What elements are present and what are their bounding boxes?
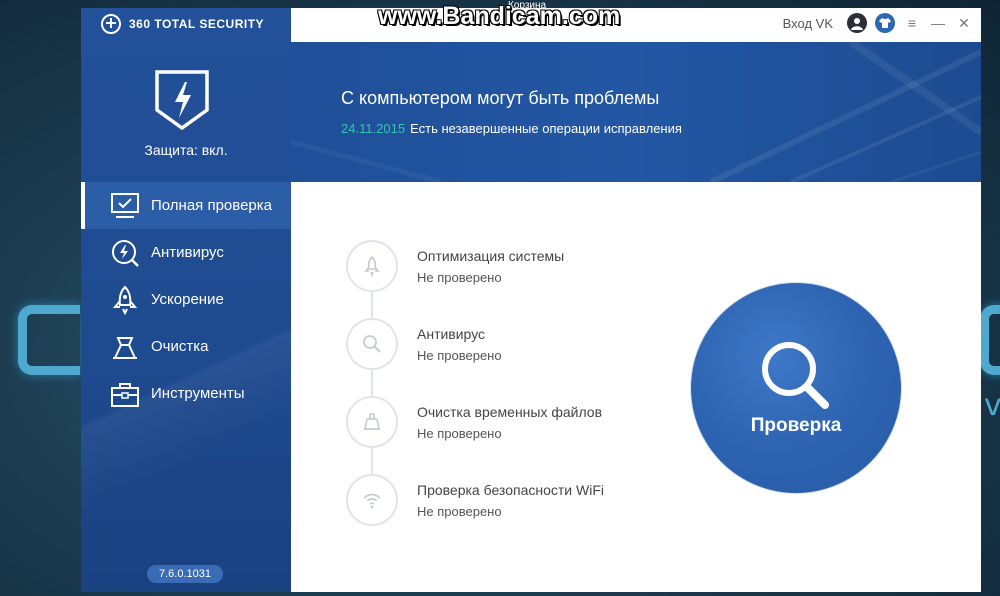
connector-line: [371, 448, 373, 474]
sidebar-item-label: Инструменты: [151, 385, 245, 402]
check-item: Оптимизация системы Не проверено: [346, 240, 666, 318]
toolbox-icon: [109, 378, 141, 410]
sidebar-item-tools[interactable]: Инструменты: [81, 370, 291, 417]
check-title: Антивирус: [417, 326, 486, 342]
scan-button[interactable]: Проверка: [691, 283, 901, 493]
check-item: Очистка временных файлов Не проверено: [346, 396, 666, 474]
logo-plus-icon: [101, 14, 121, 34]
check-title: Проверка безопасности WiFi: [417, 482, 604, 498]
vk-login-link[interactable]: Вход VK: [783, 16, 833, 31]
title-bar-controls: Вход VK ≡ — ✕: [783, 13, 973, 33]
sidebar-item-label: Ускорение: [151, 291, 224, 308]
menu-icon[interactable]: ≡: [903, 14, 921, 32]
close-icon[interactable]: ✕: [955, 14, 973, 32]
user-icon[interactable]: [847, 13, 867, 33]
bandicam-watermark: www.Bandicam.com: [378, 2, 621, 30]
check-title: Очистка временных файлов: [417, 404, 603, 420]
sidebar-item-speedup[interactable]: Ускорение: [81, 276, 291, 323]
bolt-circle-icon: [109, 237, 141, 269]
check-title: Оптимизация системы: [417, 248, 565, 264]
sidebar-item-label: Полная проверка: [151, 197, 272, 214]
banner-title: С компьютером могут быть проблемы: [341, 88, 660, 108]
sidebar-item-label: Очистка: [151, 338, 209, 355]
search-icon: [759, 339, 833, 418]
sidebar: 360 TOTAL SECURITY Защита: вкл. Полная п…: [81, 8, 291, 592]
banner-date: 24.11.2015: [341, 121, 406, 136]
main-panel: Вход VK ≡ — ✕ С компьютером могут быть п…: [291, 8, 981, 592]
banner-message: Есть незавершенные операции исправления: [410, 121, 682, 136]
wifi-icon: [346, 474, 398, 526]
brand-name: 360 TOTAL SECURITY: [129, 17, 265, 31]
version-badge: 7.6.0.1031: [147, 565, 223, 583]
desktop-background-glyph: v: [984, 388, 1000, 423]
desktop-background-letter: [980, 305, 1000, 375]
check-status: Не проверено: [417, 348, 502, 363]
banner-decoration: [291, 42, 981, 182]
check-item: Проверка безопасности WiFi Не проверено: [346, 474, 666, 552]
sidebar-item-cleanup[interactable]: Очистка: [81, 323, 291, 370]
banner-subtitle: 24.11.2015 Есть незавершенные операции ис…: [341, 121, 682, 136]
connector-line: [371, 370, 373, 396]
search-icon: [346, 318, 398, 370]
sidebar-item-antivirus[interactable]: Антивирус: [81, 229, 291, 276]
check-status: Не проверено: [417, 426, 502, 441]
scan-button-label: Проверка: [750, 415, 842, 436]
broom-icon: [109, 331, 141, 363]
check-status: Не проверено: [417, 504, 502, 519]
monitor-check-icon: [109, 190, 141, 222]
scan-checklist: Оптимизация системы Не проверено Антивир…: [346, 240, 666, 552]
brand-logo: 360 TOTAL SECURITY: [101, 14, 264, 34]
rocket-icon: [346, 240, 398, 292]
check-status: Не проверено: [417, 270, 502, 285]
minimize-icon[interactable]: —: [929, 14, 947, 32]
shirt-icon[interactable]: [875, 13, 895, 33]
broom-icon: [346, 396, 398, 448]
connector-line: [371, 292, 373, 318]
sidebar-nav: Полная проверка Антивирус Ускорение Очис…: [81, 182, 291, 417]
check-item: Антивирус Не проверено: [346, 318, 666, 396]
shield-icon: [155, 70, 209, 131]
desktop-background-letter: [18, 305, 80, 375]
rocket-icon: [109, 284, 141, 316]
app-window: 360 TOTAL SECURITY Защита: вкл. Полная п…: [81, 8, 981, 592]
sidebar-item-label: Антивирус: [151, 244, 224, 261]
status-banner: С компьютером могут быть проблемы 24.11.…: [291, 42, 981, 182]
sidebar-item-full-scan[interactable]: Полная проверка: [81, 182, 291, 229]
protection-status: Защита: вкл.: [144, 142, 228, 158]
